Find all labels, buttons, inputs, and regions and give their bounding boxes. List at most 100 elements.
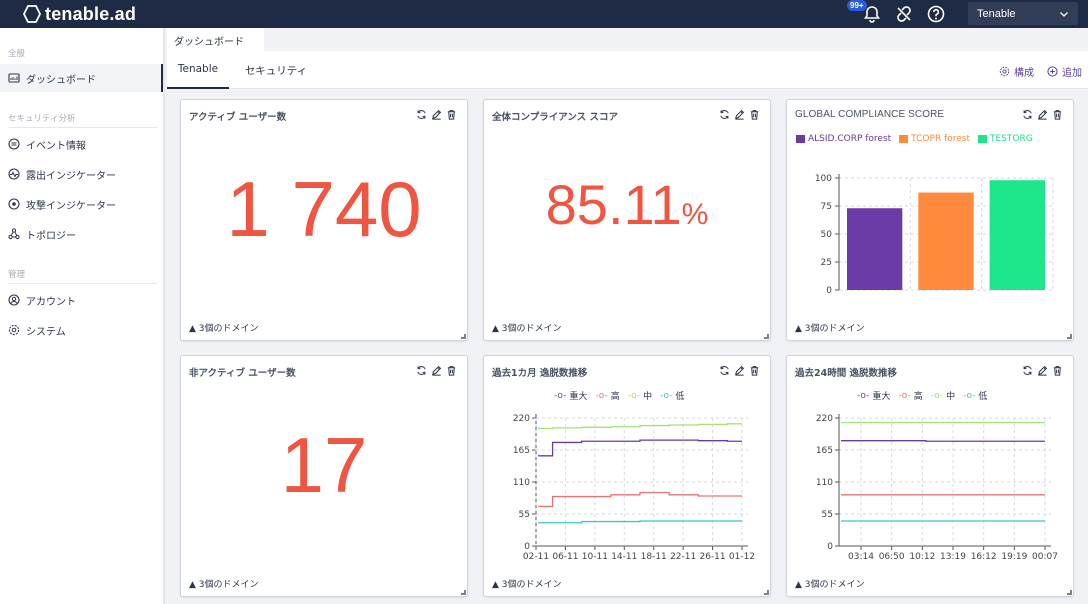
sidebar-item-label: イベント情報 <box>26 140 86 152</box>
page-tab-label: ダッシュボード <box>174 37 244 48</box>
page-tab[interactable]: ダッシュボード <box>167 28 264 51</box>
add-label: 追加 <box>1062 68 1082 79</box>
resize-handle[interactable] <box>1067 590 1072 595</box>
trash-icon[interactable] <box>446 365 457 376</box>
widget-tools <box>416 109 457 120</box>
resize-handle[interactable] <box>1067 334 1072 339</box>
widget-footer: ▲ 3個のドメイン <box>492 324 562 334</box>
footer-text: 3個のドメイン <box>198 580 259 590</box>
tab-bar: Tenable セキュリティ 構成 追加 <box>167 51 1088 89</box>
sidebar-section-admin: 管理 <box>8 270 26 280</box>
daily-line-chart: 0 55 110 165 220 03:14 06:50 10:12 13:19 16:12 19:… <box>816 414 1058 562</box>
widget-footer: ▲ 3個のドメイン <box>189 324 259 334</box>
widget-title: 非アクティブ ユーザー数 <box>189 368 296 379</box>
tenant-label: Tenable <box>977 7 1016 20</box>
logo[interactable]: tenable.ad <box>22 4 136 24</box>
widget-monthly-trend: 過去1カ月 逸脱数推移 -o- 重大 -o- 高 -o- 中 -o- 低 0 55 110 1… <box>483 355 771 597</box>
x-tick-label: 13:19 <box>940 552 966 562</box>
refresh-icon[interactable] <box>416 109 427 120</box>
x-tick-label: 03:14 <box>848 552 874 562</box>
widget-tools <box>416 365 457 376</box>
sidebar-item-events[interactable]: イベント情報 <box>0 130 163 158</box>
chevron-down-icon <box>1060 12 1068 17</box>
target-icon <box>8 198 20 210</box>
unlink-icon[interactable] <box>894 4 914 24</box>
edit-icon[interactable] <box>431 365 442 376</box>
edit-icon[interactable] <box>431 109 442 120</box>
edit-icon[interactable] <box>734 109 745 120</box>
refresh-icon[interactable] <box>416 365 427 376</box>
compliance-value: 85.11 <box>545 173 682 236</box>
plus-circle-icon <box>1047 66 1058 77</box>
tab-security[interactable]: セキュリティ <box>233 51 319 89</box>
sidebar-item-ioe[interactable]: 露出インジケーター <box>0 160 163 188</box>
series-line-0 <box>841 440 1045 442</box>
x-tick-label: 02-11 <box>523 552 549 562</box>
x-tick-label: 00:07 <box>1032 552 1058 562</box>
widget-footer: ▲ 3個のドメイン <box>795 324 865 334</box>
configure-button[interactable]: 構成 <box>999 64 1034 79</box>
gear-icon <box>999 66 1010 77</box>
configure-label: 構成 <box>1014 68 1034 79</box>
notification-badge: 99+ <box>847 0 867 11</box>
bar-2 <box>989 180 1045 290</box>
refresh-icon[interactable] <box>719 109 730 120</box>
y-tick-label: 0 <box>827 542 833 552</box>
x-tick-label: 10-11 <box>582 552 608 562</box>
gear-icon <box>8 324 20 336</box>
sidebar-item-label: 露出インジケーター <box>26 170 116 182</box>
help-icon[interactable] <box>926 4 946 24</box>
sidebar-section-security: セキュリティ分析 <box>8 114 76 124</box>
resize-handle[interactable] <box>764 590 769 595</box>
widget-daily-trend: 過去24時間 逸脱数推移 -o- 重大 -o- 高 -o- 中 -o- 低 0 55 110… <box>786 355 1074 597</box>
monthly-line-chart: 0 55 110 165 220 02-11 06-11 10-11 14-11 18-11 22-… <box>513 414 755 562</box>
add-button[interactable]: 追加 <box>1047 64 1082 79</box>
bar-0 <box>847 208 903 290</box>
series-line-3 <box>538 520 742 524</box>
footer-text: 3個のドメイン <box>804 324 865 334</box>
tab-label: セキュリティ <box>244 64 308 77</box>
compliance-unit: % <box>681 198 709 231</box>
widget-global-compliance: GLOBAL COMPLIANCE SCORE ALSID.CORP fores… <box>786 99 1074 341</box>
y-tick-label: 110 <box>816 478 833 488</box>
series-line-1 <box>538 491 742 508</box>
y-tick-label: 0 <box>524 542 530 552</box>
sidebar-item-label: トポロジー <box>26 230 76 242</box>
series-line-0 <box>538 439 742 457</box>
sidebar-item-accounts[interactable]: アカウント <box>0 286 163 314</box>
trash-icon[interactable] <box>749 109 760 120</box>
y-tick-label: 165 <box>513 446 530 456</box>
widget-title: アクティブ ユーザー数 <box>189 112 287 123</box>
x-tick-label: 10:12 <box>909 552 935 562</box>
x-tick-label: 01-12 <box>729 552 755 562</box>
widget-footer: ▲ 3個のドメイン <box>795 580 865 590</box>
widget-title: 全体コンプライアンス スコア <box>492 112 618 123</box>
trash-icon[interactable] <box>446 109 457 120</box>
resize-handle[interactable] <box>461 590 466 595</box>
sidebar-item-label: システム <box>26 326 66 338</box>
resize-handle[interactable] <box>461 334 466 339</box>
sidebar-item-dashboard[interactable]: ダッシュボード <box>0 64 163 92</box>
widget-compliance-score: 全体コンプライアンス スコア 85.11% ▲ 3個のドメイン <box>483 99 771 341</box>
divider <box>8 283 157 284</box>
resize-handle[interactable] <box>764 334 769 339</box>
x-tick-label: 14-11 <box>611 552 637 562</box>
sidebar-item-system[interactable]: システム <box>0 316 163 344</box>
tenable-hexagon-icon <box>22 5 42 23</box>
event-icon <box>8 138 20 150</box>
sidebar-item-topology[interactable]: トポロジー <box>0 220 163 248</box>
y-tick-label: 75 <box>821 202 832 212</box>
tab-label: Tenable <box>177 63 219 75</box>
logo-text: tenable.ad <box>45 3 137 24</box>
x-tick-label: 16:12 <box>971 552 997 562</box>
sidebar-item-ioa[interactable]: 攻撃インジケーター <box>0 190 163 218</box>
y-tick-label: 110 <box>513 478 530 488</box>
y-tick-label: 50 <box>821 230 833 240</box>
y-tick-label: 0 <box>826 286 832 296</box>
tenant-select[interactable]: Tenable <box>968 2 1078 25</box>
y-tick-label: 55 <box>519 510 530 520</box>
x-tick-label: 18-11 <box>641 552 667 562</box>
tab-tenable[interactable]: Tenable <box>167 51 229 89</box>
x-tick-label: 06-11 <box>552 552 578 562</box>
x-tick-label: 06:50 <box>879 552 905 562</box>
